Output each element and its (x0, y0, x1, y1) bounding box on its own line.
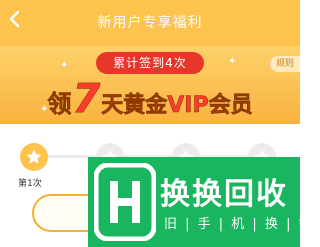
watermark-title: 换换回收 (160, 177, 288, 212)
watermark-subtitle: 旧 | 手 | 机 | 换 | 钱 (164, 217, 314, 232)
page-title: 新用户专享福利 (97, 15, 203, 31)
headline-days: 7 (72, 76, 101, 123)
huanhuan-watermark: 换换回收 旧 | 手 | 机 | 换 | 钱 (88, 157, 312, 247)
vip-reward-headline: 领 7 天黄金VIP会员 (0, 76, 300, 123)
checkin-day-node (20, 143, 48, 171)
sparkle-icon: ✦ (228, 56, 237, 67)
vip-promo-banner: ✦ ✦ ✦ 累计签到4次 领 7 天黄金VIP会员 规则 (0, 46, 300, 124)
checkin-count-pill: 累计签到4次 (96, 52, 204, 74)
huanhuan-logo-icon (94, 163, 156, 241)
rules-link[interactable]: 规则 (270, 56, 300, 72)
top-bar: 新用户专享福利 (0, 0, 300, 46)
star-icon (26, 149, 42, 164)
headline-prefix: 领 (47, 90, 72, 119)
checkin-day-label: 第1次 (18, 179, 42, 189)
headline-suffix: 天黄金VIP会员 (101, 93, 253, 119)
sparkle-icon: ✦ (60, 60, 69, 71)
